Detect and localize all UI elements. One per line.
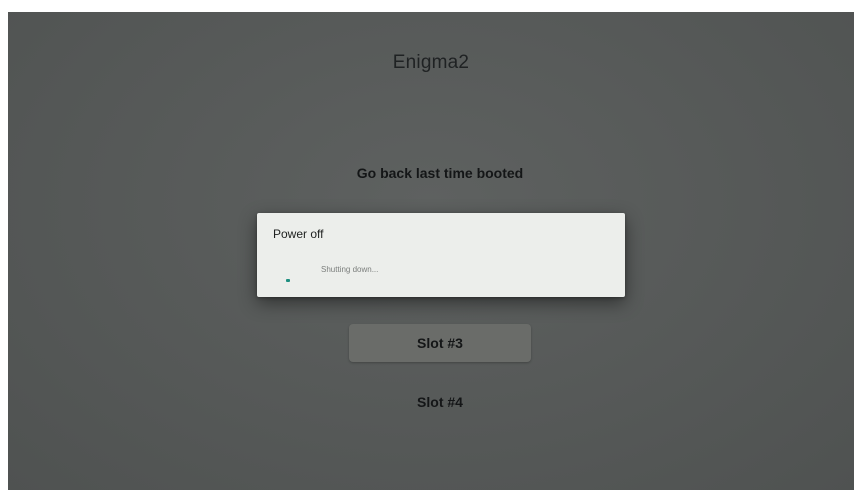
spinner-icon [286, 279, 290, 282]
menu-item-last-booted[interactable]: Go back last time booted [258, 165, 622, 181]
dialog-message: Shutting down... [321, 265, 379, 274]
tv-screen: Enigma2 Go back last time booted Power o… [8, 12, 854, 490]
menu-item-slot-4[interactable]: Slot #4 [349, 394, 531, 410]
menu-item-slot-3[interactable]: Slot #3 [349, 324, 531, 362]
dialog-title: Power off [273, 227, 324, 241]
app-title: Enigma2 [392, 52, 470, 73]
power-off-dialog: Power off Shutting down... [257, 213, 625, 297]
